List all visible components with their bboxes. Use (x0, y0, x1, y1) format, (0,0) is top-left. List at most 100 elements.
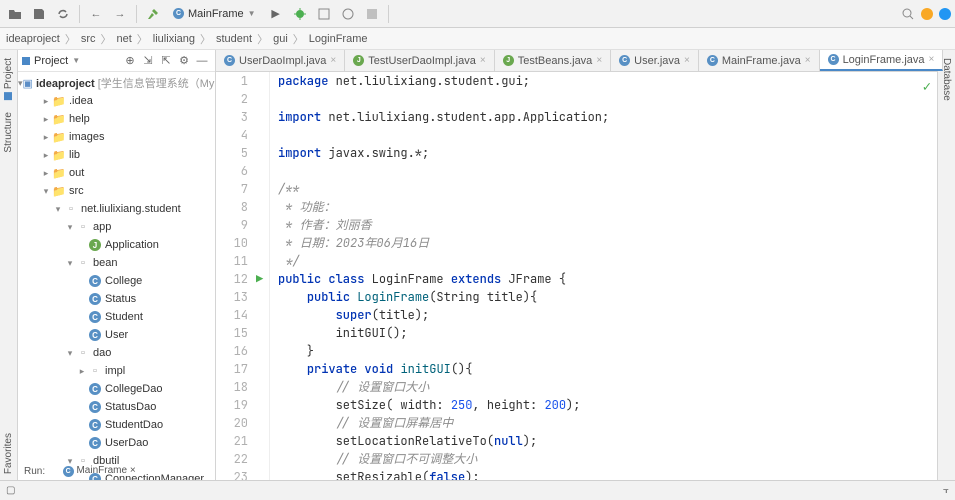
project-toolwindow-tab[interactable]: Project (2, 52, 15, 106)
collapse-all-icon[interactable]: ⫟ (943, 485, 949, 496)
save-icon[interactable] (28, 3, 50, 25)
code-line[interactable]: // 设置窗口屏幕居中 (278, 414, 937, 432)
profile-icon[interactable] (337, 3, 359, 25)
code-line[interactable]: /** (278, 180, 937, 198)
expand-icon[interactable]: ⇲ (139, 52, 157, 70)
target-icon[interactable]: ⊕ (121, 52, 139, 70)
code-line[interactable]: public class LoginFrame extends JFrame { (278, 270, 937, 288)
run-config-dropdown[interactable]: C MainFrame ▼ (166, 5, 263, 23)
code-line[interactable]: import net.liulixiang.student.app.Applic… (278, 108, 937, 126)
tree-node-dao[interactable]: ▾▫dao (18, 344, 215, 362)
close-icon[interactable]: × (805, 55, 811, 66)
code-line[interactable]: // 设置窗口大小 (278, 378, 937, 396)
crumb[interactable]: ideaproject (4, 33, 62, 45)
code-line[interactable] (278, 126, 937, 144)
tree-node-images[interactable]: ▸📁images (18, 128, 215, 146)
user-avatar-icon[interactable] (939, 8, 951, 20)
debug-icon[interactable] (289, 3, 311, 25)
code-line[interactable]: setSize( width: 250, height: 200); (278, 396, 937, 414)
code-line[interactable]: private void initGUI(){ (278, 360, 937, 378)
tree-node-student[interactable]: CStudent (18, 308, 215, 326)
class-icon: C (707, 55, 718, 66)
tree-node-studentdao[interactable]: CStudentDao (18, 416, 215, 434)
crumb[interactable]: gui (271, 33, 290, 45)
code-line[interactable]: * 功能： (278, 198, 937, 216)
tree-node-statusdao[interactable]: CStatusDao (18, 398, 215, 416)
sync-icon[interactable] (52, 3, 74, 25)
editor-content[interactable]: 1234567891011121314151617181920212223242… (216, 72, 937, 480)
code-area[interactable]: package net.liulixiang.student.gui; impor… (270, 72, 937, 480)
editor-tab-testbeans[interactable]: JTestBeans.java× (495, 50, 611, 71)
tree-node-userdao[interactable]: CUserDao (18, 434, 215, 452)
code-line[interactable]: */ (278, 252, 937, 270)
gear-icon[interactable]: ⚙ (175, 52, 193, 70)
tree-node-src[interactable]: ▾📁src (18, 182, 215, 200)
structure-toolwindow-tab[interactable]: Structure (2, 106, 15, 159)
crumb[interactable]: liulixiang (151, 33, 197, 45)
tree-node-lib[interactable]: ▸📁lib (18, 146, 215, 164)
favorites-toolwindow-tab[interactable]: Favorites (2, 427, 15, 480)
crumb[interactable]: LoginFrame (307, 33, 370, 45)
tree-node-application[interactable]: JApplication (18, 236, 215, 254)
tree-node-help[interactable]: ▸📁help (18, 110, 215, 128)
editor-tab-mainframe[interactable]: CMainFrame.java× (699, 50, 820, 71)
close-icon[interactable]: × (684, 55, 690, 66)
code-line[interactable] (278, 90, 937, 108)
code-line[interactable]: import javax.swing.*; (278, 144, 937, 162)
tree-node-out[interactable]: ▸📁out (18, 164, 215, 182)
open-icon[interactable] (4, 3, 26, 25)
tree-node-impl[interactable]: ▸▫impl (18, 362, 215, 380)
bottom-toolwindow-bar: Run: C MainFrame × (18, 462, 142, 480)
close-icon[interactable]: × (596, 55, 602, 66)
hammer-icon[interactable] (142, 3, 164, 25)
tree-root[interactable]: ▾▣ideaproject [学生信息管理系统（MySQL版） (18, 74, 215, 92)
tree-node-app[interactable]: ▾▫app (18, 218, 215, 236)
editor-tab-testuserdaoimpl[interactable]: JTestUserDaoImpl.java× (345, 50, 494, 71)
run-icon[interactable]: ▶ (265, 3, 287, 25)
code-line[interactable]: * 日期：2023年06月16日 (278, 234, 937, 252)
code-line[interactable] (278, 162, 937, 180)
tree-node-user[interactable]: CUser (18, 326, 215, 344)
tree-node-net-liulixiang-student[interactable]: ▾▫net.liulixiang.student (18, 200, 215, 218)
forward-icon[interactable]: → (109, 3, 131, 25)
close-icon[interactable]: × (480, 55, 486, 66)
code-line[interactable]: setResizable(false); (278, 468, 937, 480)
crumb[interactable]: student (214, 33, 254, 45)
tree-node--idea[interactable]: ▸📁.idea (18, 92, 215, 110)
chevron-right-icon: 〉 (290, 31, 307, 47)
collapse-icon[interactable]: ⇱ (157, 52, 175, 70)
crumb[interactable]: net (115, 33, 134, 45)
code-line[interactable]: setLocationRelativeTo(null); (278, 432, 937, 450)
tree-node-college[interactable]: CCollege (18, 272, 215, 290)
code-line[interactable]: super(title); (278, 306, 937, 324)
inspection-ok-icon[interactable]: ✓ (923, 78, 931, 96)
status-box-icon[interactable]: ▢ (6, 485, 15, 496)
editor-tab-userdaoimpl[interactable]: CUserDaoImpl.java× (216, 50, 345, 71)
hide-icon[interactable]: — (193, 52, 211, 70)
run-gutter-icon[interactable]: ▶ (256, 271, 263, 287)
coverage-icon[interactable] (313, 3, 335, 25)
editor-tab-user[interactable]: CUser.java× (611, 50, 699, 71)
code-line[interactable]: initGUI(); (278, 324, 937, 342)
editor-tab-loginframe[interactable]: CLoginFrame.java× (820, 50, 944, 71)
status-indicator-icon[interactable] (921, 8, 933, 20)
crumb[interactable]: src (79, 33, 98, 45)
close-icon[interactable]: × (929, 54, 935, 65)
code-line[interactable]: } (278, 342, 937, 360)
chevron-down-icon[interactable]: ▼ (72, 56, 80, 65)
tree-node-collegedao[interactable]: CCollegeDao (18, 380, 215, 398)
code-line[interactable]: // 设置窗口不可调整大小 (278, 450, 937, 468)
tree-node-status[interactable]: CStatus (18, 290, 215, 308)
run-config-breadcrumb[interactable]: C MainFrame × (51, 465, 142, 477)
back-icon[interactable]: ← (85, 3, 107, 25)
tab-label: User.java (634, 55, 680, 67)
close-icon[interactable]: × (330, 55, 336, 66)
tree-node-bean[interactable]: ▾▫bean (18, 254, 215, 272)
search-icon[interactable] (897, 3, 919, 25)
code-line[interactable]: * 作者：刘丽香 (278, 216, 937, 234)
code-line[interactable]: package net.liulixiang.student.gui; (278, 72, 937, 90)
project-tree[interactable]: ▾▣ideaproject [学生信息管理系统（MySQL版）▸📁.idea▸📁… (18, 72, 215, 480)
stop-icon[interactable] (361, 3, 383, 25)
code-line[interactable]: public LoginFrame(String title){ (278, 288, 937, 306)
run-toolwindow-tab[interactable]: Run: (18, 466, 51, 477)
